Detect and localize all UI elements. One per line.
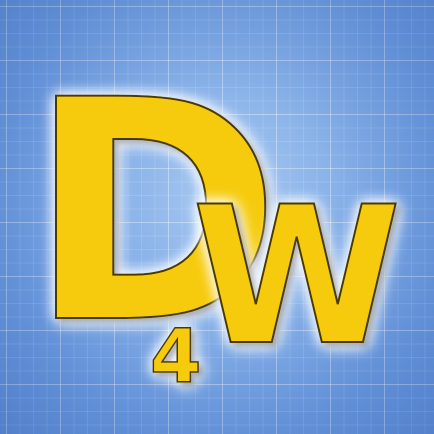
logo-digit-4: 4	[150, 314, 202, 400]
d4w-logo: D W 4	[27, 34, 403, 401]
app-icon: D W 4	[0, 0, 434, 434]
logo-letter-w: W	[192, 166, 402, 387]
